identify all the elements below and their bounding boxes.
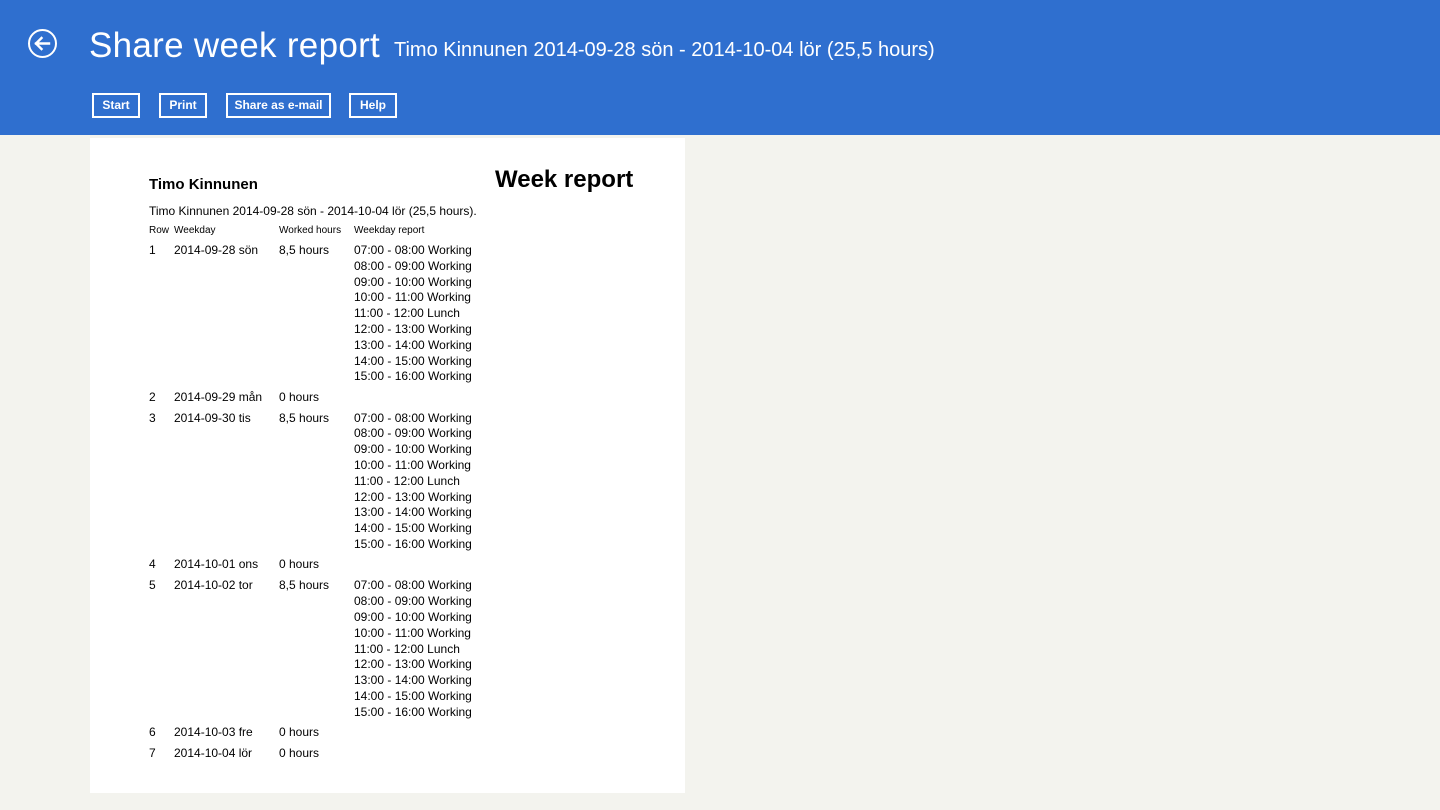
report-entry: 10:00 - 11:00 Working — [354, 458, 471, 473]
column-header-weekday: Weekday — [174, 225, 216, 236]
report-entry: 09:00 - 10:00 Working — [354, 442, 472, 457]
app-header: Share week report Timo Kinnunen 2014-09-… — [0, 0, 1440, 135]
report-entry: 13:00 - 14:00 Working — [354, 505, 472, 520]
report-entry: 11:00 - 12:00 Lunch — [354, 473, 460, 488]
report-entry: 08:00 - 09:00 Working — [354, 594, 472, 609]
share-email-button[interactable]: Share as e-mail — [226, 93, 331, 118]
report-rows: 1 2014-09-28 sön 8,5 hours 07:00 - 08:00 Wo… — [90, 243, 685, 767]
row-weekday: 2014-10-02 tor — [174, 578, 253, 593]
row-worked-hours: 0 hours — [279, 389, 320, 404]
table-row: 5 2014-10-02 tor 8,5 hours 07:00 - 08:00 Wo… — [90, 578, 685, 725]
table-row: 4 2014-10-01 ons 0 hours — [90, 557, 685, 578]
row-number: 5 — [149, 578, 156, 593]
report-entry: 09:00 - 10:00 Working — [354, 609, 472, 624]
row-number: 3 — [149, 410, 156, 425]
row-weekday-report: 07:00 - 08:00 Working 08:00 - 09:00 Worki… — [354, 243, 472, 385]
report-entry: 15:00 - 16:00 Working — [354, 704, 472, 719]
row-number: 1 — [149, 243, 156, 257]
row-worked-hours: 0 hours — [279, 725, 320, 740]
table-row: 1 2014-09-28 sön 8,5 hours 07:00 - 08:00 Wo… — [90, 243, 685, 390]
column-header-worked-hours: Worked hours — [279, 225, 342, 236]
report-entry: 08:00 - 09:00 Working — [354, 258, 472, 273]
row-weekday: 2014-09-28 sön — [174, 243, 259, 257]
help-button[interactable]: Help — [349, 93, 397, 118]
row-weekday: 2014-09-30 tis — [174, 410, 251, 425]
report-summary: Timo Kinnunen 2014-09-28 sön - 2014-10-0… — [149, 204, 477, 218]
row-weekday: 2014-10-04 lör — [174, 746, 253, 761]
report-entry: 07:00 - 08:00 Working — [354, 410, 472, 425]
table-row: 7 2014-10-04 lör 0 hours — [90, 746, 685, 767]
report-entry: 11:00 - 12:00 Lunch — [354, 641, 460, 656]
report-entry: 12:00 - 13:00 Working — [354, 321, 472, 336]
report-heading: Week report — [495, 166, 634, 193]
report-entry: 12:00 - 13:00 Working — [354, 657, 472, 672]
report-entry: 10:00 - 11:00 Working — [354, 625, 471, 640]
row-number: 7 — [149, 746, 156, 761]
column-header-weekday-report: Weekday report — [354, 225, 425, 236]
row-worked-hours: 8,5 hours — [279, 578, 330, 593]
row-weekday: 2014-10-03 fre — [174, 725, 253, 740]
report-entry: 09:00 - 10:00 Working — [354, 274, 472, 289]
row-weekday: 2014-09-29 mån — [174, 389, 263, 404]
page-title: Share week report — [89, 26, 381, 65]
report-entry: 14:00 - 15:00 Working — [354, 353, 472, 368]
row-number: 2 — [149, 389, 156, 404]
back-button[interactable] — [28, 29, 57, 58]
report-entry: 11:00 - 12:00 Lunch — [354, 306, 460, 321]
report-entry: 14:00 - 15:00 Working — [354, 688, 472, 703]
row-worked-hours: 8,5 hours — [279, 243, 330, 257]
report-entry: 08:00 - 09:00 Working — [354, 426, 472, 441]
report-entry: 14:00 - 15:00 Working — [354, 521, 472, 536]
start-button[interactable]: Start — [92, 93, 140, 118]
row-worked-hours: 0 hours — [279, 746, 320, 761]
row-weekday: 2014-10-01 ons — [174, 557, 259, 572]
table-row: 6 2014-10-03 fre 0 hours — [90, 725, 685, 746]
row-weekday-report: 07:00 - 08:00 Working 08:00 - 09:00 Worki… — [354, 411, 472, 553]
print-button[interactable]: Print — [159, 93, 207, 118]
report-entry: 15:00 - 16:00 Working — [354, 369, 472, 384]
page-subtitle: Timo Kinnunen 2014-09-28 sön - 2014-10-0… — [394, 39, 935, 61]
row-worked-hours: 0 hours — [279, 557, 320, 572]
row-weekday-report: 07:00 - 08:00 Working 08:00 - 09:00 Worki… — [354, 578, 472, 720]
table-row: 2 2014-09-29 mån 0 hours — [90, 390, 685, 411]
report-entry: 13:00 - 14:00 Working — [354, 337, 472, 352]
row-worked-hours: 8,5 hours — [279, 410, 330, 425]
report-entry: 10:00 - 11:00 Working — [354, 290, 471, 305]
report-entry: 12:00 - 13:00 Working — [354, 489, 472, 504]
row-number: 6 — [149, 725, 156, 740]
report-entry: 15:00 - 16:00 Working — [354, 537, 472, 552]
table-row: 3 2014-09-30 tis 8,5 hours 07:00 - 08:00 Wo… — [90, 411, 685, 558]
report-entry: 07:00 - 08:00 Working — [354, 578, 472, 593]
report-person-name: Timo Kinnunen — [149, 176, 258, 193]
column-header-row: Row — [149, 225, 170, 236]
report-entry: 13:00 - 14:00 Working — [354, 673, 472, 688]
row-number: 4 — [149, 557, 156, 572]
report-entry: 07:00 - 08:00 Working — [354, 243, 472, 257]
week-report-document: Timo Kinnunen Week report Timo Kinnunen … — [90, 138, 685, 793]
